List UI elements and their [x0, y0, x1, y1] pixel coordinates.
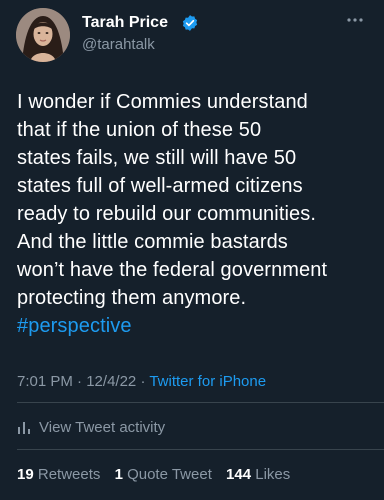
more-options-icon[interactable]	[343, 12, 367, 28]
retweets-count: 19	[17, 466, 34, 483]
handle[interactable]: @tarahtalk	[82, 36, 155, 53]
tweet-date[interactable]: 12/4/22	[86, 373, 136, 390]
display-name[interactable]: Tarah Price	[82, 14, 168, 32]
quotes-stat[interactable]: 1 Quote Tweet	[115, 466, 212, 483]
hashtag-link[interactable]: #perspective	[17, 315, 132, 337]
tweet-time[interactable]: 7:01 PM	[17, 373, 73, 390]
retweets-label: Retweets	[37, 466, 101, 483]
divider	[17, 449, 384, 450]
tweet-source[interactable]: Twitter for iPhone	[149, 373, 266, 390]
quotes-count: 1	[114, 466, 123, 483]
retweets-stat[interactable]: 19 Retweets	[17, 466, 100, 483]
tweet-text: I wonder if Commies understand that if t…	[17, 88, 372, 340]
avatar-photo	[16, 8, 70, 62]
likes-stat[interactable]: 144 Likes	[226, 466, 290, 483]
view-activity-button[interactable]: View Tweet activity	[17, 419, 165, 436]
tweet-body: I wonder if Commies understand that if t…	[17, 91, 328, 309]
meta-separator: ·	[140, 373, 146, 390]
view-activity-label: View Tweet activity	[39, 419, 166, 436]
verified-badge-icon	[182, 15, 198, 31]
tweet-card: Tarah Price @tarahtalk I wonder if Commi…	[0, 0, 384, 500]
analytics-icon	[18, 421, 30, 434]
tweet-stats: 19 Retweets 1 Quote Tweet 144 Likes	[17, 466, 300, 483]
meta-separator: ·	[77, 373, 83, 390]
tweet-meta: 7:01 PM · 12/4/22 · Twitter for iPhone	[17, 373, 266, 390]
quotes-label: Quote Tweet	[127, 466, 212, 483]
likes-count: 144	[226, 466, 252, 483]
divider	[17, 402, 384, 403]
likes-label: Likes	[255, 466, 291, 483]
avatar[interactable]	[16, 8, 70, 62]
